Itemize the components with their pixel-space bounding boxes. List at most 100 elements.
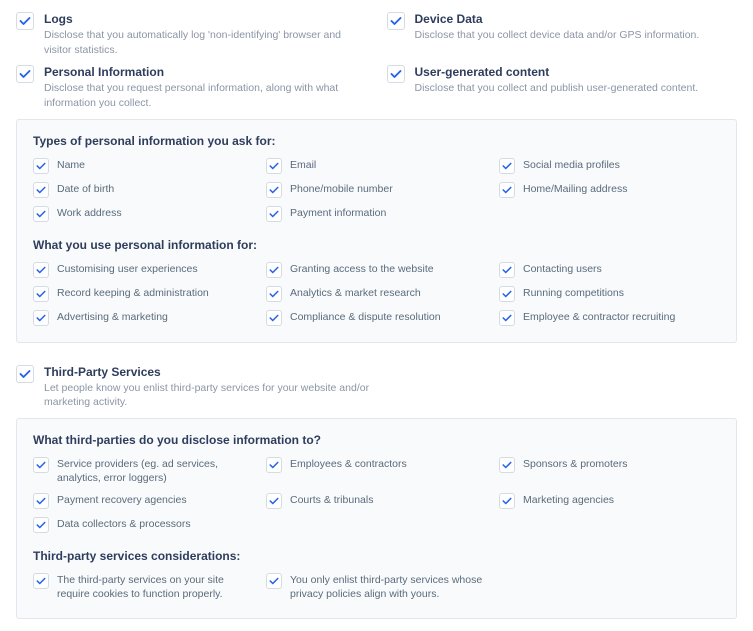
check-icon bbox=[499, 158, 515, 174]
checkbox-label: Courts & tribunals bbox=[290, 493, 373, 508]
checkbox-item[interactable]: Contacting users bbox=[499, 262, 720, 278]
checkbox-item[interactable]: Granting access to the website bbox=[266, 262, 487, 278]
checkbox-item[interactable]: Phone/mobile number bbox=[266, 182, 487, 198]
option-user-generated[interactable]: User-generated content Disclose that you… bbox=[387, 65, 738, 110]
check-icon bbox=[266, 182, 282, 198]
checkbox-label: Running competitions bbox=[523, 286, 624, 301]
checkbox-label: The third-party services on your site re… bbox=[57, 573, 254, 601]
checkbox-label: Marketing agencies bbox=[523, 493, 614, 508]
check-icon bbox=[33, 517, 49, 533]
checkbox-item[interactable]: Social media profiles bbox=[499, 158, 720, 174]
check-icon bbox=[266, 310, 282, 326]
check-icon bbox=[266, 206, 282, 222]
checkbox-item[interactable]: Marketing agencies bbox=[499, 493, 720, 509]
checkbox-item[interactable]: Record keeping & administration bbox=[33, 286, 254, 302]
check-icon bbox=[387, 12, 405, 30]
checkbox-item[interactable]: Data collectors & processors bbox=[33, 517, 254, 533]
checkbox-label: Granting access to the website bbox=[290, 262, 434, 277]
checkbox-label: Service providers (eg. ad services, anal… bbox=[57, 457, 254, 485]
checkbox-item[interactable]: Employee & contractor recruiting bbox=[499, 310, 720, 326]
checkbox-item[interactable]: Employees & contractors bbox=[266, 457, 487, 485]
checkbox-item[interactable]: Advertising & marketing bbox=[33, 310, 254, 326]
check-icon bbox=[33, 158, 49, 174]
checkbox-label: Analytics & market research bbox=[290, 286, 421, 301]
check-icon bbox=[16, 365, 34, 383]
check-icon bbox=[499, 457, 515, 473]
checkbox-item[interactable]: The third-party services on your site re… bbox=[33, 573, 254, 601]
check-icon bbox=[16, 12, 34, 30]
checkbox-item[interactable]: You only enlist third-party services who… bbox=[266, 573, 487, 601]
checkbox-label: Record keeping & administration bbox=[57, 286, 209, 301]
option-desc: Disclose that you collect and publish us… bbox=[415, 81, 699, 96]
check-icon bbox=[499, 493, 515, 509]
checkbox-label: Payment information bbox=[290, 206, 386, 221]
checkbox-item[interactable]: Email bbox=[266, 158, 487, 174]
checkbox-item[interactable]: Running competitions bbox=[499, 286, 720, 302]
checkbox-item[interactable]: Date of birth bbox=[33, 182, 254, 198]
checkbox-label: You only enlist third-party services who… bbox=[290, 573, 487, 601]
third-party-panel: What third-parties do you disclose infor… bbox=[16, 418, 737, 619]
check-icon bbox=[33, 310, 49, 326]
check-icon bbox=[266, 573, 282, 589]
checkbox-item[interactable]: Work address bbox=[33, 206, 254, 222]
checkbox-item[interactable]: Compliance & dispute resolution bbox=[266, 310, 487, 326]
checkbox-label: Employees & contractors bbox=[290, 457, 407, 472]
option-title: Logs bbox=[44, 12, 367, 26]
checkbox-item[interactable]: Home/Mailing address bbox=[499, 182, 720, 198]
checkbox-item[interactable]: Courts & tribunals bbox=[266, 493, 487, 509]
section-title: Types of personal information you ask fo… bbox=[33, 134, 720, 148]
option-title: Personal Information bbox=[44, 65, 367, 79]
checkbox-label: Data collectors & processors bbox=[57, 517, 191, 532]
section-title: What you use personal information for: bbox=[33, 238, 720, 252]
check-icon bbox=[266, 493, 282, 509]
checkbox-label: Work address bbox=[57, 206, 122, 221]
checkbox-label: Social media profiles bbox=[523, 158, 620, 173]
checkbox-label: Email bbox=[290, 158, 316, 173]
check-icon bbox=[33, 262, 49, 278]
checkbox-item[interactable]: Analytics & market research bbox=[266, 286, 487, 302]
checkbox-label: Phone/mobile number bbox=[290, 182, 393, 197]
check-icon bbox=[387, 65, 405, 83]
checkbox-item[interactable]: Customising user experiences bbox=[33, 262, 254, 278]
checkbox-item[interactable]: Payment recovery agencies bbox=[33, 493, 254, 509]
check-icon bbox=[266, 158, 282, 174]
checkbox-label: Employee & contractor recruiting bbox=[523, 310, 675, 325]
check-icon bbox=[33, 286, 49, 302]
checkbox-label: Customising user experiences bbox=[57, 262, 198, 277]
option-desc: Disclose that you automatically log 'non… bbox=[44, 28, 367, 57]
check-icon bbox=[499, 182, 515, 198]
check-icon bbox=[499, 262, 515, 278]
checkbox-label: Name bbox=[57, 158, 85, 173]
option-desc: Let people know you enlist third-party s… bbox=[44, 381, 377, 410]
option-personal-info[interactable]: Personal Information Disclose that you r… bbox=[16, 65, 367, 110]
check-icon bbox=[499, 286, 515, 302]
option-desc: Disclose that you collect device data an… bbox=[415, 28, 700, 43]
option-device-data[interactable]: Device Data Disclose that you collect de… bbox=[387, 12, 738, 57]
checkbox-item[interactable]: Service providers (eg. ad services, anal… bbox=[33, 457, 254, 485]
option-title: Third-Party Services bbox=[44, 365, 377, 379]
section-title: What third-parties do you disclose infor… bbox=[33, 433, 720, 447]
option-title: User-generated content bbox=[415, 65, 699, 79]
section-title: Third-party services considerations: bbox=[33, 549, 720, 563]
option-third-party[interactable]: Third-Party Services Let people know you… bbox=[16, 365, 377, 410]
checkbox-item[interactable]: Sponsors & promoters bbox=[499, 457, 720, 485]
option-logs[interactable]: Logs Disclose that you automatically log… bbox=[16, 12, 367, 57]
checkbox-item[interactable]: Name bbox=[33, 158, 254, 174]
checkbox-label: Sponsors & promoters bbox=[523, 457, 627, 472]
checkbox-label: Payment recovery agencies bbox=[57, 493, 187, 508]
check-icon bbox=[33, 182, 49, 198]
check-icon bbox=[266, 262, 282, 278]
checkbox-item[interactable]: Payment information bbox=[266, 206, 487, 222]
checkbox-label: Compliance & dispute resolution bbox=[290, 310, 441, 325]
check-icon bbox=[33, 493, 49, 509]
option-desc: Disclose that you request personal infor… bbox=[44, 81, 367, 110]
option-title: Device Data bbox=[415, 12, 700, 26]
check-icon bbox=[33, 206, 49, 222]
check-icon bbox=[33, 457, 49, 473]
check-icon bbox=[33, 573, 49, 589]
check-icon bbox=[499, 310, 515, 326]
check-icon bbox=[266, 286, 282, 302]
personal-info-panel: Types of personal information you ask fo… bbox=[16, 119, 737, 343]
checkbox-label: Advertising & marketing bbox=[57, 310, 168, 325]
check-icon bbox=[16, 65, 34, 83]
